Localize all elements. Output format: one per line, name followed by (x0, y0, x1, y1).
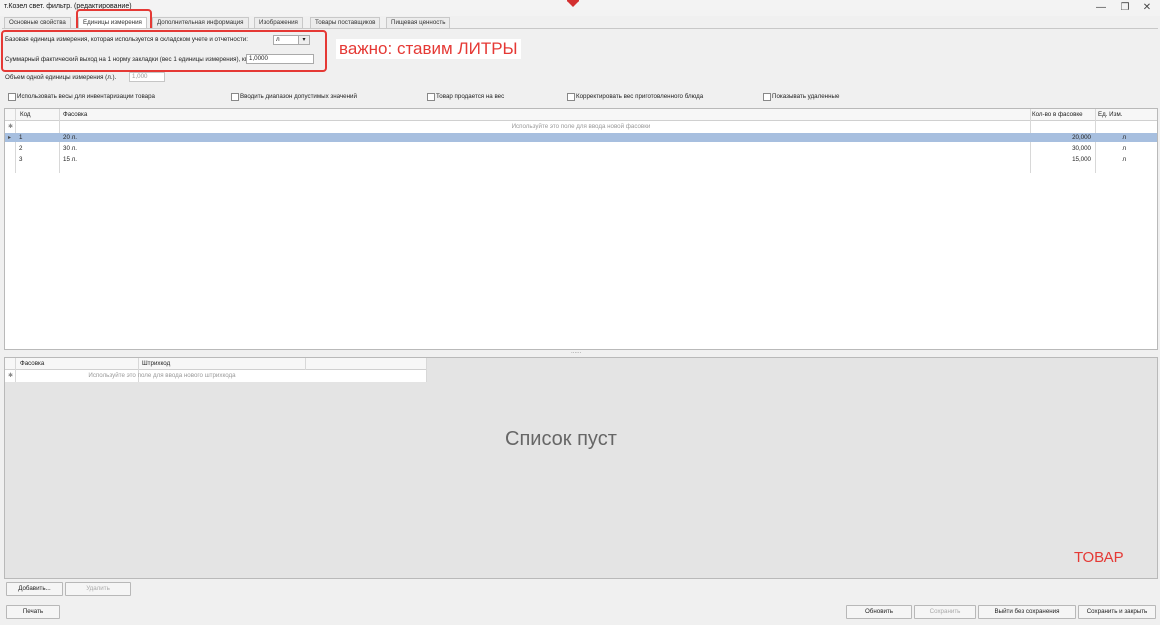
packaging-grid-header: Код Фасовка Кол-во в фасовке Ед. Изм. (5, 109, 1157, 121)
add-barcode-button[interactable]: Добавить... (6, 582, 63, 596)
checkbox-show-deleted-label: Показывать удаленные (772, 93, 840, 100)
checkbox-range-label: Вводить диапазон допустимых значений (240, 93, 357, 100)
new-barcode-marker-icon: ✱ (8, 372, 14, 379)
table-row[interactable]: 2 30 л. 30,000 л (5, 144, 1157, 153)
row-qty: 20,000 (1072, 134, 1091, 141)
row-unit: л (1122, 145, 1126, 152)
new-barcode-hint: Используйте это поле для ввода нового шт… (88, 372, 236, 379)
save-button[interactable]: Сохранить (914, 605, 976, 619)
packaging-grid: Код Фасовка Кол-во в фасовке Ед. Изм. ✱ … (4, 108, 1158, 350)
delete-barcode-button[interactable]: Удалить (65, 582, 131, 596)
tab-supplier-goods[interactable]: Товары поставщиков (310, 17, 381, 28)
maximize-button[interactable]: ❐ (1116, 2, 1134, 14)
title-bar: т.Козел свет. фильтр. (редактирование) —… (0, 0, 1160, 16)
checkbox-range[interactable] (231, 93, 239, 101)
table-row[interactable]: ▸ 1 20 л. 20,000 л (5, 133, 1157, 142)
splitter-handle[interactable]: ...... (571, 348, 581, 355)
tab-nutrition[interactable]: Пищевая ценность (386, 17, 451, 28)
header-packaging[interactable]: Фасовка (63, 110, 87, 119)
tab-images[interactable]: Изображения (254, 17, 303, 28)
row-unit: л (1122, 134, 1126, 141)
refresh-button[interactable]: Обновить (846, 605, 912, 619)
save-and-close-button[interactable]: Сохранить и закрыть (1078, 605, 1156, 619)
row-qty: 30,000 (1072, 145, 1091, 152)
row-pointer-icon: ▸ (8, 134, 12, 141)
row-unit: л (1122, 156, 1126, 163)
row-code: 2 (19, 145, 23, 152)
header-code[interactable]: Код (20, 110, 31, 119)
new-barcode-row[interactable]: ✱ Используйте это поле для ввода нового … (5, 371, 427, 381)
close-button[interactable]: ✕ (1138, 2, 1156, 14)
annotation-note: важно: ставим ЛИТРЫ (336, 39, 521, 59)
row-code: 1 (19, 134, 23, 141)
checkbox-adjust-weight[interactable] (567, 93, 575, 101)
table-row[interactable]: 3 15 л. 15,000 л (5, 155, 1157, 164)
row-code: 3 (19, 156, 23, 163)
row-packaging: 15 л. (63, 156, 77, 163)
barcode-grid: Фасовка Штрихкод ✱ Используйте это поле … (4, 357, 1158, 579)
tab-main-properties[interactable]: Основные свойства (4, 17, 71, 28)
checkbox-use-scales[interactable] (8, 93, 16, 101)
row-packaging: 20 л. (63, 134, 77, 141)
checkbox-sold-by-weight[interactable] (427, 93, 435, 101)
empty-list-text: Список пуст (505, 428, 617, 450)
header-barcode-packaging[interactable]: Фасовка (20, 359, 44, 368)
row-qty: 15,000 (1072, 156, 1091, 163)
barcode-grid-header: Фасовка Штрихкод (5, 358, 427, 370)
exit-without-save-button[interactable]: Выйти без сохранения (978, 605, 1076, 619)
tovar-annotation: ТОВАР (1074, 549, 1124, 566)
checkbox-show-deleted[interactable] (763, 93, 771, 101)
new-packaging-hint: Используйте это поле для ввода новой фас… (511, 123, 651, 130)
app-logo-icon (567, 0, 579, 7)
new-packaging-row[interactable]: ✱ Используйте это поле для ввода новой ф… (5, 122, 1157, 131)
print-button[interactable]: Печать (6, 605, 60, 619)
checkbox-adjust-weight-label: Корректировать вес приготовленного блюда (576, 93, 704, 100)
form-highlight-box (1, 30, 327, 72)
header-barcode[interactable]: Штрихкод (142, 359, 170, 368)
row-packaging: 30 л. (63, 145, 77, 152)
header-qty[interactable]: Кол-во в фасовке (1032, 110, 1083, 119)
checkbox-sold-by-weight-label: Товар продается на вес (436, 93, 505, 100)
header-unit[interactable]: Ед. Изм. (1098, 110, 1122, 119)
tab-additional-info[interactable]: Дополнительная информация (152, 17, 249, 28)
minimize-button[interactable]: — (1092, 2, 1110, 14)
volume-input[interactable]: 1,000 (129, 72, 165, 82)
barcode-grid-body: Фасовка Штрихкод ✱ Используйте это поле … (5, 358, 427, 382)
checkbox-use-scales-label: Использовать весы для инвентаризации тов… (17, 93, 155, 100)
volume-label: Объем одной единицы измерения (л.). (5, 74, 117, 81)
